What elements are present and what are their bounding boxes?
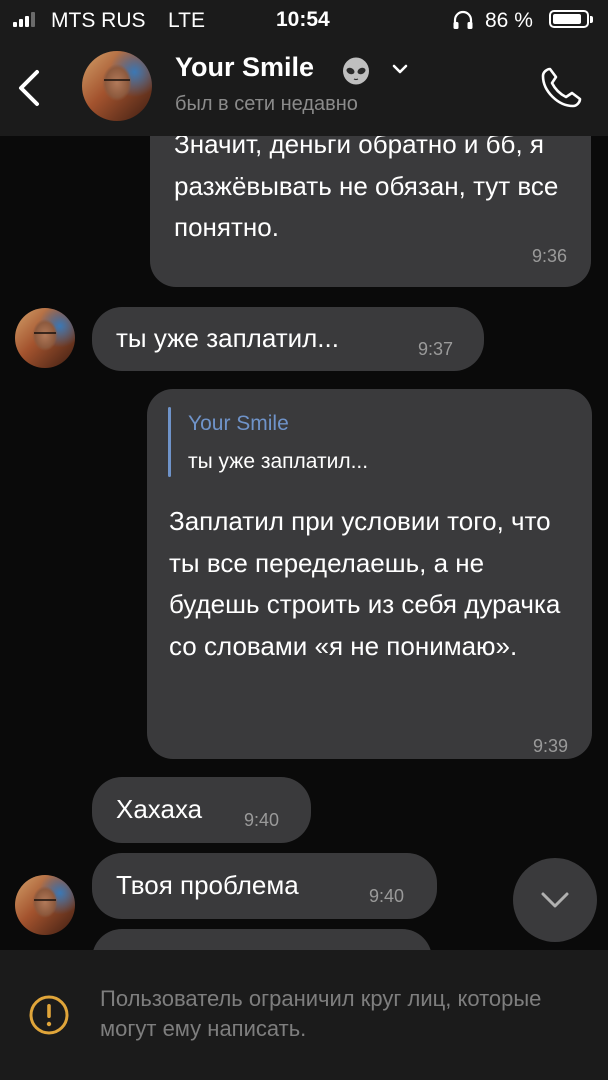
contact-last-seen: был в сети недавно <box>175 93 358 115</box>
message-text: ты уже заплатил... <box>116 323 339 353</box>
carrier-name: MTS RUS <box>51 9 146 32</box>
message-text: Хахаха <box>116 794 203 824</box>
call-button[interactable] <box>538 65 584 111</box>
message-text: Заплатил при условии того, что ты все пе… <box>169 506 561 661</box>
message-text: Значит, деньги обратно и бб, я разжёвыва… <box>174 136 559 242</box>
message-time: 9:36 <box>531 246 567 266</box>
message-time: 9:40 <box>369 886 405 906</box>
status-time: 10:54 <box>276 8 330 31</box>
headphones-icon <box>453 10 473 29</box>
message-time: 9:40 <box>244 810 280 830</box>
signal-strength-icon <box>13 12 35 27</box>
reply-quote-author[interactable]: Your Smile <box>188 411 289 437</box>
network-type: LTE <box>168 9 205 32</box>
message-text: Твоя проблема <box>116 870 299 900</box>
message-time: 9:39 <box>532 736 568 756</box>
battery-level-fill <box>553 14 581 24</box>
sender-avatar[interactable] <box>15 875 75 935</box>
message-bubble-outgoing[interactable]: Значит, деньги обратно и бб, я разжёвыва… <box>150 136 591 287</box>
warning-icon <box>29 995 69 1035</box>
reply-quote-text[interactable]: ты уже заплатил... <box>188 449 368 475</box>
message-bubble-outgoing-reply[interactable]: Your Smile ты уже заплатил... Заплатил п… <box>147 389 592 759</box>
chevron-down-icon <box>541 892 569 908</box>
contact-name[interactable]: Your Smile <box>175 52 314 83</box>
chat-header: Your Smile был в сети недавно <box>0 40 608 136</box>
contact-avatar[interactable] <box>82 51 152 121</box>
battery-percentage: 86 % <box>485 9 533 32</box>
message-list[interactable]: Значит, деньги обратно и бб, я разжёвыва… <box>0 136 608 950</box>
back-button[interactable] <box>10 64 50 112</box>
reply-quote-bar <box>168 407 171 477</box>
message-time: 9:37 <box>418 339 454 359</box>
status-bar: MTS RUS LTE 10:54 86 % <box>0 0 608 40</box>
scroll-to-bottom-button[interactable] <box>513 858 597 942</box>
battery-icon <box>549 10 593 28</box>
sender-avatar[interactable] <box>15 308 75 368</box>
chevron-down-icon[interactable] <box>391 62 409 76</box>
restriction-message: Пользователь ограничил круг лиц, которые… <box>100 986 542 1041</box>
alien-icon <box>343 57 369 85</box>
messaging-restricted-banner: Пользователь ограничил круг лиц, которые… <box>0 950 608 1080</box>
message-bubble-incoming-partial[interactable] <box>92 929 432 950</box>
